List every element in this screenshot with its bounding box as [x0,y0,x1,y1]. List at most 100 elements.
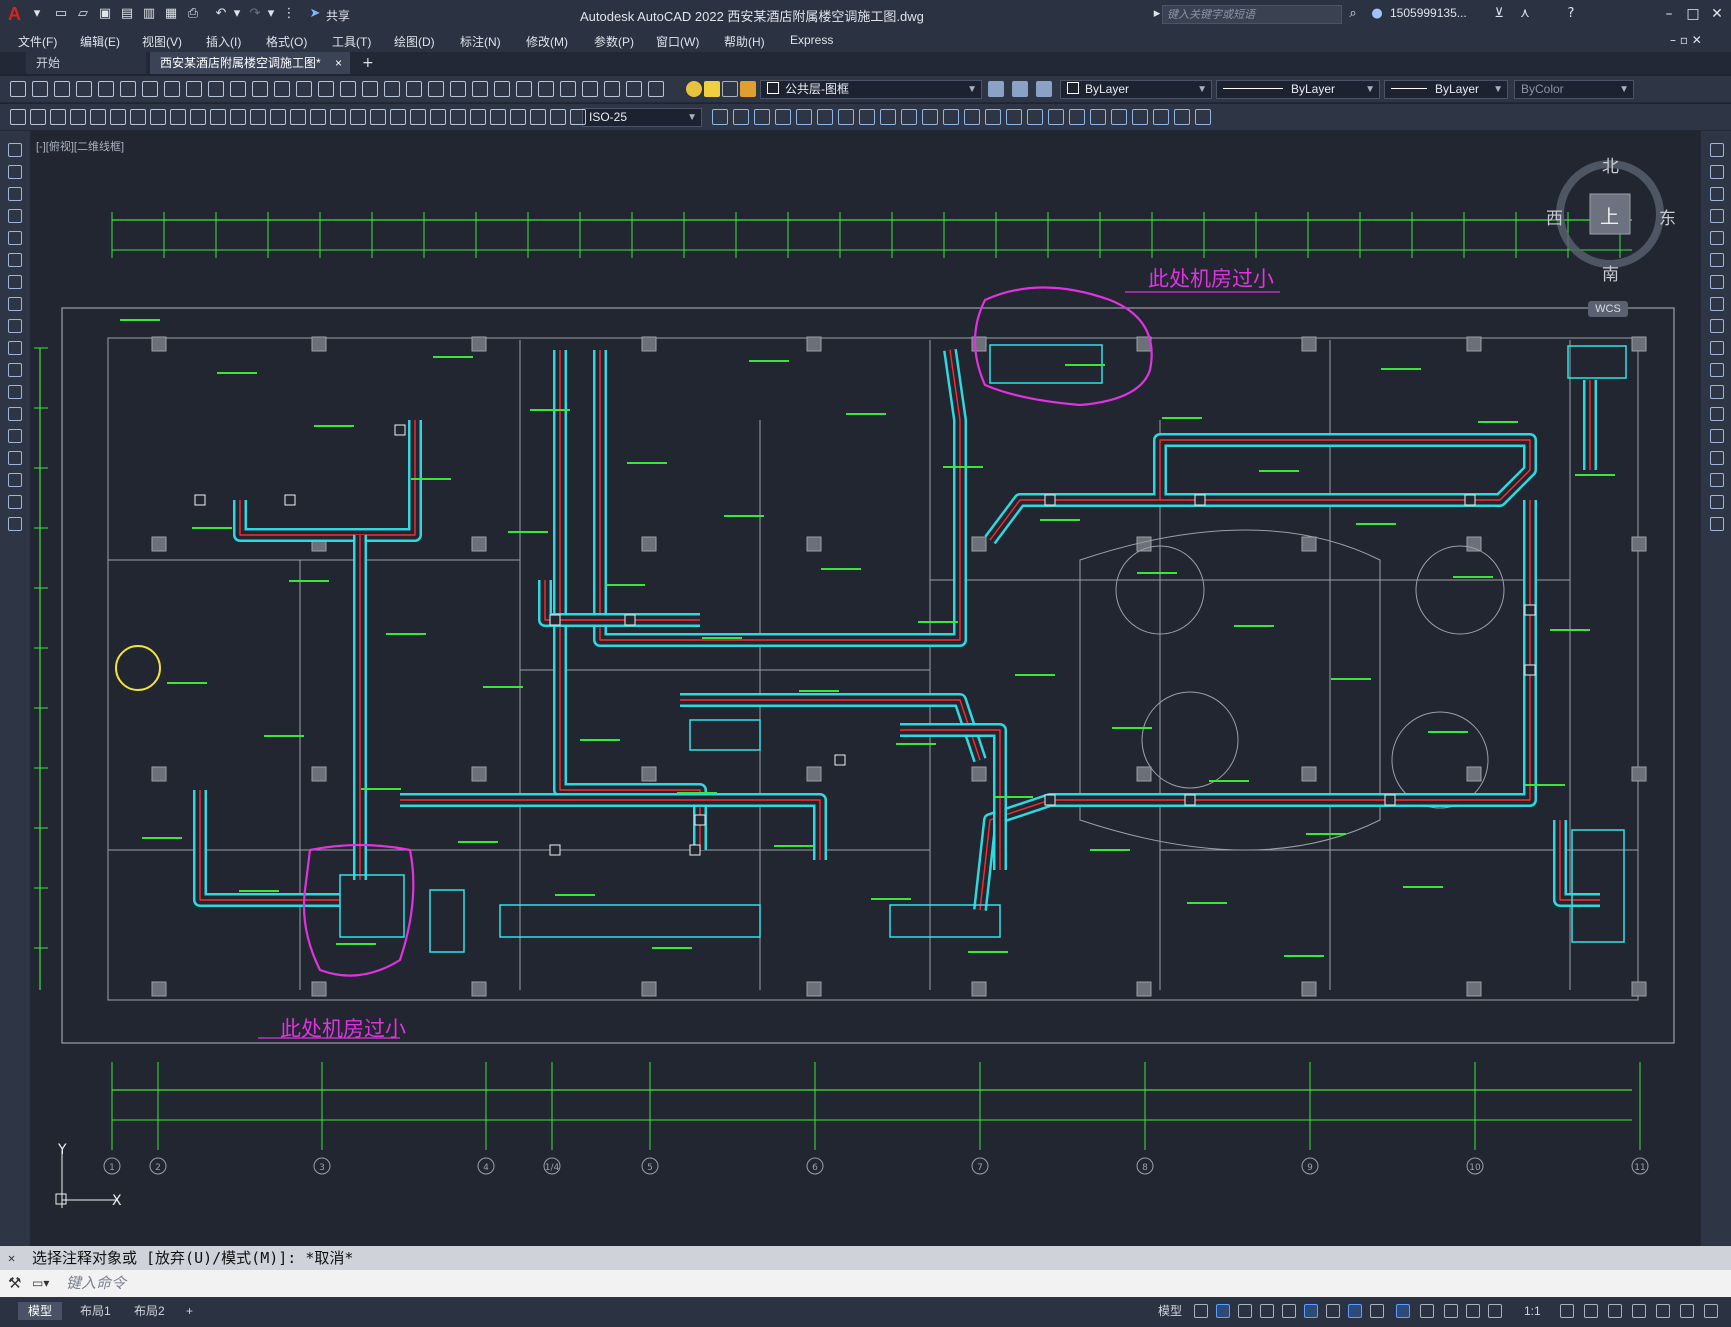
dimension-tool-8-icon[interactable] [150,109,166,125]
open-file-icon[interactable]: ▱ [74,6,92,22]
menu-window[interactable]: 窗口(W) [656,33,699,50]
menu-tools[interactable]: 工具(T) [332,33,371,50]
status-toggle-5-icon[interactable] [1282,1304,1296,1318]
standard-tool-13-icon[interactable] [274,81,290,97]
draw-tool-122-icon[interactable] [8,253,22,267]
standard-tool-9-icon[interactable] [186,81,202,97]
modify-tool-11-icon[interactable] [922,109,938,125]
dimension-tool-23-icon[interactable] [450,109,466,125]
dimension-tool-18-icon[interactable] [350,109,366,125]
standard-tool-24-icon[interactable] [516,81,532,97]
viewcube-north[interactable]: 北 [1602,152,1619,177]
draw-tool-166-icon[interactable] [8,297,22,311]
help-icon[interactable]: ? [1562,6,1580,22]
modify-tool-166-icon[interactable] [1710,297,1724,311]
viewport-controls[interactable]: [-][俯视][二维线框] [36,138,124,154]
share-button[interactable]: 共享 [326,7,350,24]
status-toggle-2-icon[interactable] [1216,1304,1230,1318]
viewcube-east[interactable]: 东 [1659,204,1676,229]
standard-tool-17-icon[interactable] [362,81,378,97]
dimension-tool-22-icon[interactable] [430,109,446,125]
app-menu-arrow-icon[interactable]: ▾ [28,6,46,22]
modify-tool-122-icon[interactable] [1710,253,1724,267]
draw-tool-56-icon[interactable] [8,187,22,201]
maximize-button[interactable]: □ [1682,4,1704,24]
color-dropdown[interactable]: ByLayer ▼ [1060,80,1212,99]
draw-tool-298-icon[interactable] [8,429,22,443]
new-tab-button[interactable]: + [362,55,374,71]
modify-tool-10-icon[interactable] [901,109,917,125]
menu-help[interactable]: 帮助(H) [724,33,765,50]
make-current-layer-icon[interactable] [988,81,1004,97]
open-web-icon[interactable]: ▥ [140,6,158,22]
modify-tool-16-icon[interactable] [1027,109,1043,125]
standard-tool-20-icon[interactable] [428,81,444,97]
doc-window-controls[interactable]: – ▫ ✕ [1670,33,1702,47]
layer-freeze-icon[interactable] [704,81,720,97]
dimension-tool-27-icon[interactable] [530,109,546,125]
draw-tool-254-icon[interactable] [8,385,22,399]
modify-tool-56-icon[interactable] [1710,187,1724,201]
status-toggle-3-icon[interactable] [1238,1304,1252,1318]
share-icon[interactable]: ➤ [306,6,324,22]
autocad-logo-icon[interactable]: A [8,4,26,24]
modify-tool-8-icon[interactable] [859,109,875,125]
status-toggle-15-icon[interactable] [1560,1304,1574,1318]
modify-tool-232-icon[interactable] [1710,363,1724,377]
modify-tool-144-icon[interactable] [1710,275,1724,289]
modify-tool-13-icon[interactable] [964,109,980,125]
tab-start[interactable]: 开始 [26,52,146,74]
standard-tool-14-icon[interactable] [296,81,312,97]
modify-tool-1-icon[interactable] [712,109,728,125]
layer-dropdown[interactable]: 公共层-图框 ▼ [760,80,982,99]
draw-tool-364-icon[interactable] [8,495,22,509]
modify-tool-19-icon[interactable] [1090,109,1106,125]
modify-tool-254-icon[interactable] [1710,385,1724,399]
draw-tool-34-icon[interactable] [8,165,22,179]
dimension-tool-6-icon[interactable] [110,109,126,125]
workspace-dropdown-icon[interactable]: ⋮ [280,6,298,22]
dimension-tool-3-icon[interactable] [50,109,66,125]
close-tab-icon[interactable]: × [335,52,342,74]
viewcube-west[interactable]: 西 [1546,204,1563,229]
dimension-tool-13-icon[interactable] [250,109,266,125]
modify-tool-188-icon[interactable] [1710,319,1724,333]
standard-tool-11-icon[interactable] [230,81,246,97]
undo-dropdown-icon[interactable]: ▾ [228,6,246,22]
drawing-canvas[interactable]: 此处机房过小 此处机房过小 Y X 1 2 3 4 1/4 5 6 7 8 9 10 11 [31,131,1699,1245]
tab-drawing[interactable]: 西安某酒店附属楼空调施工图* × [150,52,350,74]
modify-tool-210-icon[interactable] [1710,341,1724,355]
modify-tool-12-icon[interactable] [943,109,959,125]
viewcube-top-face[interactable]: 上 [1600,202,1619,229]
standard-tool-7-icon[interactable] [142,81,158,97]
draw-tool-12-icon[interactable] [8,143,22,157]
dimension-tool-29-icon[interactable] [570,109,586,125]
standard-tool-16-icon[interactable] [340,81,356,97]
status-toggle-16-icon[interactable] [1584,1304,1598,1318]
modify-tool-364-icon[interactable] [1710,495,1724,509]
draw-tool-232-icon[interactable] [8,363,22,377]
modify-tool-7-icon[interactable] [838,109,854,125]
close-window-button[interactable]: ✕ [1706,4,1728,24]
standard-tool-29-icon[interactable] [626,81,642,97]
modify-tool-3-icon[interactable] [754,109,770,125]
status-toggle-9-icon[interactable] [1370,1304,1384,1318]
modify-tool-23-icon[interactable] [1174,109,1190,125]
modify-tool-100-icon[interactable] [1710,231,1724,245]
minimize-button[interactable]: – [1658,4,1680,24]
menu-format[interactable]: 格式(O) [266,33,307,50]
draw-tool-342-icon[interactable] [8,473,22,487]
modify-tool-20-icon[interactable] [1111,109,1127,125]
modify-tool-9-icon[interactable] [880,109,896,125]
standard-tool-19-icon[interactable] [406,81,422,97]
dimension-tool-28-icon[interactable] [550,109,566,125]
dimension-tool-14-icon[interactable] [270,109,286,125]
standard-tool-27-icon[interactable] [582,81,598,97]
modify-tool-276-icon[interactable] [1710,407,1724,421]
status-toggle-6-icon[interactable] [1304,1304,1318,1318]
dimension-tool-26-icon[interactable] [510,109,526,125]
standard-tool-4-icon[interactable] [76,81,92,97]
dimension-tool-7-icon[interactable] [130,109,146,125]
modify-tool-14-icon[interactable] [985,109,1001,125]
modify-tool-6-icon[interactable] [817,109,833,125]
